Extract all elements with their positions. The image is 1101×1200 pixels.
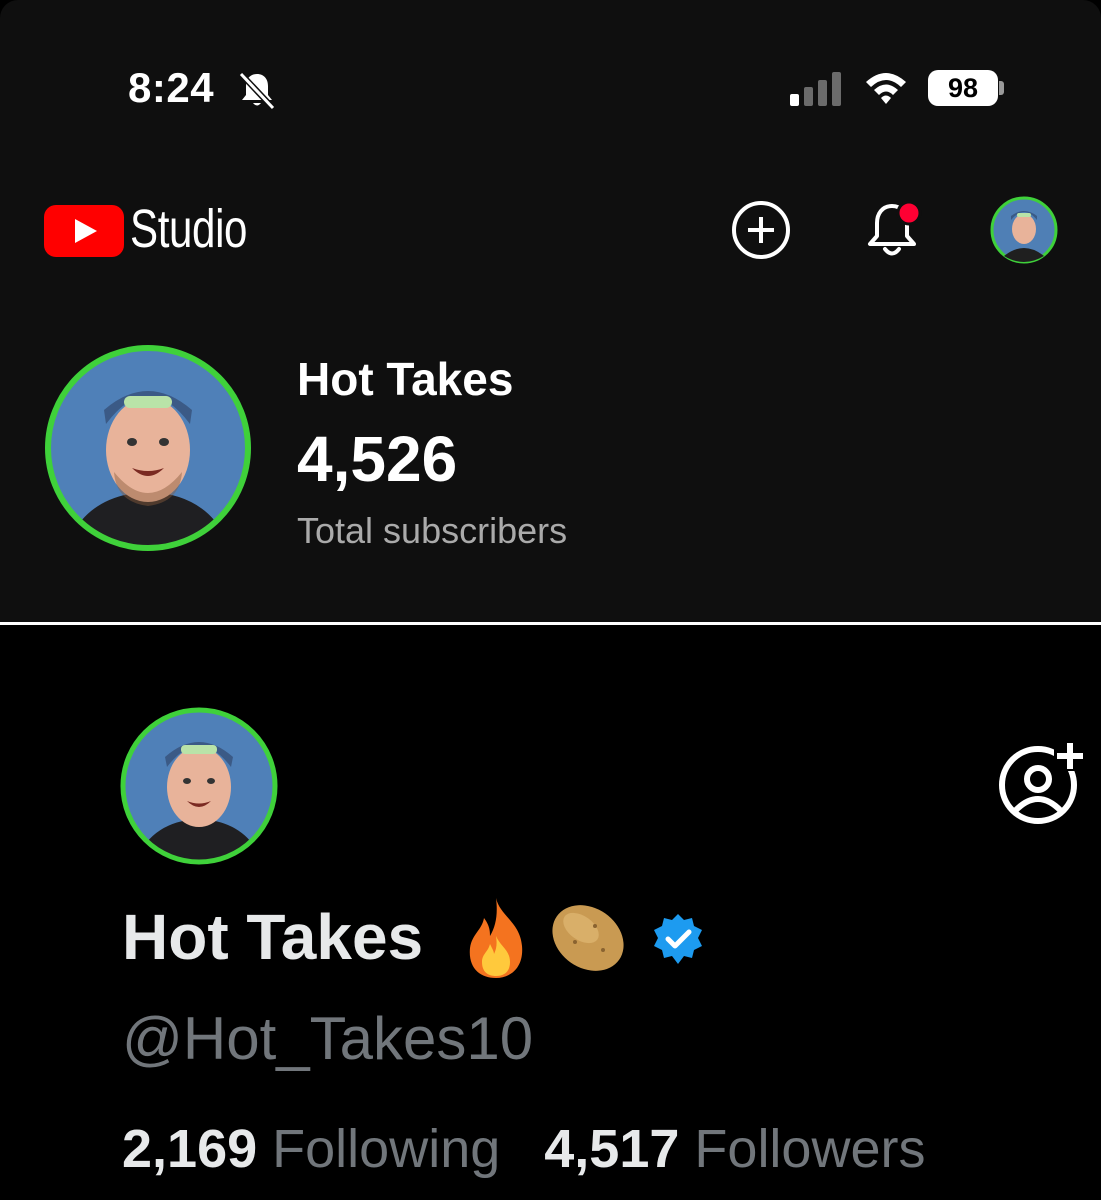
followers-count: 4,517 <box>544 1119 680 1179</box>
followers-label: Followers <box>694 1119 926 1179</box>
battery-tip <box>999 81 1004 95</box>
follow-stats: 2,169 Following 4,517 Followers <box>122 1118 925 1180</box>
follow-user-icon[interactable] <box>996 735 1088 827</box>
youtube-studio-panel: 8:24 98 Studio Hot Takes 4,526 Total sub… <box>0 0 1101 622</box>
channel-avatar[interactable] <box>44 344 252 552</box>
potato-icon <box>552 905 624 971</box>
profile-avatar[interactable] <box>120 707 278 865</box>
subscriber-count: 4,526 <box>297 423 458 495</box>
status-time: 8:24 <box>128 64 215 111</box>
youtube-logo-icon[interactable] <box>44 205 124 257</box>
following-count: 2,169 <box>122 1119 258 1179</box>
battery-level: 98 <box>947 72 979 103</box>
notifications-bell-icon[interactable] <box>858 196 926 264</box>
profile-handle: @Hot_Takes10 <box>122 1005 534 1072</box>
fire-icon <box>469 898 523 978</box>
account-avatar[interactable] <box>990 196 1058 264</box>
create-plus-icon[interactable] <box>731 200 791 260</box>
wifi-icon <box>866 73 906 104</box>
followers-stat[interactable]: 4,517 Followers <box>544 1118 925 1180</box>
profile-display-name: Hot Takes <box>122 901 424 973</box>
channel-name: Hot Takes <box>297 353 514 405</box>
cellular-signal-icon <box>790 72 841 106</box>
following-label: Following <box>272 1119 501 1179</box>
subscriber-label: Total subscribers <box>297 510 568 551</box>
following-stat[interactable]: 2,169 Following <box>122 1118 500 1180</box>
battery-indicator: 98 <box>928 70 998 106</box>
studio-logo-text[interactable]: Studio <box>130 198 247 260</box>
silent-mode-bell-icon <box>238 71 276 111</box>
verified-badge-icon[interactable] <box>650 912 706 968</box>
